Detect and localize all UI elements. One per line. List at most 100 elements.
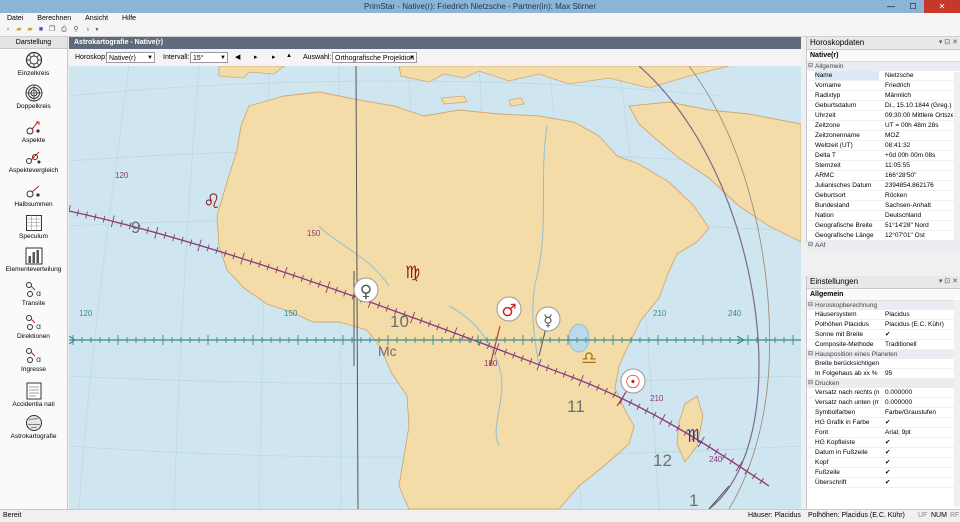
settings-row[interactable]: Font Arial; 9pt	[807, 428, 960, 438]
table-row[interactable]: Sternzeit 11:05:55	[807, 161, 960, 171]
open-recent-icon[interactable]: ▰	[26, 26, 34, 34]
section-allgemein[interactable]: Allgemein	[807, 62, 960, 71]
nav-up-button[interactable]: ▲	[286, 53, 292, 59]
virgo-icon: ♍	[405, 263, 420, 283]
new-file-icon[interactable]: ▫	[4, 26, 12, 34]
save-icon[interactable]: ■	[37, 26, 45, 34]
row-key: Häusersystem	[815, 311, 857, 318]
settings-row[interactable]: Häusersystem Placidus	[807, 310, 960, 320]
menu-hilfe[interactable]: Hilfe	[115, 13, 141, 22]
chevron-down-icon: ▼	[147, 55, 153, 61]
einstellungen-scrollbar[interactable]	[954, 300, 960, 507]
settings-row[interactable]: Symbolfarben Farbe/Graustufen	[807, 408, 960, 418]
settings-row[interactable]: Überschrift ✔	[807, 478, 960, 488]
table-row[interactable]: Julianisches Datum 2394854.862176	[807, 181, 960, 191]
sidebar-item-ingresse[interactable]: ɑ Ingresse	[0, 347, 67, 373]
row-value: +0d 00h 00m 08s	[885, 152, 936, 159]
minimize-button[interactable]: —	[880, 0, 902, 13]
sidebar-item-doppelkreis[interactable]: Doppelkreis	[0, 84, 67, 110]
sidebar-item-halbsummen[interactable]: Halbsummen	[0, 182, 67, 208]
table-row[interactable]: Geburtsdatum Di., 15.10.1844 (Greg.)	[807, 101, 960, 111]
intervall-select[interactable]: 15° ▼	[190, 52, 228, 63]
settings-row[interactable]: Polhöhen Placidus Placidus (E.C. Kühr)	[807, 320, 960, 330]
sidebar-item-elementeverteilung[interactable]: Elementeverteilung	[0, 247, 67, 273]
close-icon[interactable]: ✕	[952, 39, 958, 46]
row-value: ✔	[885, 459, 891, 466]
table-row[interactable]: Vorname Friedrich	[807, 81, 960, 91]
settings-row[interactable]: Sonne mit Breite ✔	[807, 330, 960, 340]
sidebar-item-aspekte[interactable]: Aspekte	[0, 118, 67, 144]
row-value: ✔	[885, 439, 891, 446]
sidebar-item-transite[interactable]: ɑ Transite	[0, 281, 67, 307]
settings-row[interactable]: Versatz nach unten (mm) 0.000000	[807, 398, 960, 408]
auswahl-select[interactable]: Orthografische Projektion ▼	[332, 52, 417, 63]
table-row[interactable]: Delta T +0d 00h 00m 08s	[807, 151, 960, 161]
table-row[interactable]: Uhrzeit 09:30:00 Mittlere Ortszeit	[807, 111, 960, 121]
pin-icon[interactable]: ▾ ⊡	[939, 39, 950, 46]
map-canvas[interactable]: 120 150 120 150 180 210 240 210 240 9 10…	[69, 66, 801, 509]
table-row[interactable]: Geografische Länge 12°07'01" Ost	[807, 231, 960, 241]
chevron-down-icon[interactable]: ▼	[93, 26, 101, 34]
sidebar-item-label: Speculum	[19, 233, 48, 240]
settings-section[interactable]: Hausposition eines Planeten	[807, 350, 960, 359]
print-icon[interactable]: ⎙	[60, 26, 68, 34]
row-value: Sachsen-Anhalt	[885, 202, 931, 209]
menu-ansicht[interactable]: Ansicht	[78, 13, 113, 22]
pin-icon[interactable]: ⚲	[72, 26, 80, 34]
einstellungen-title: Einstellungen	[810, 277, 859, 286]
table-row[interactable]: ARMC 166°28'50"	[807, 171, 960, 181]
nav-next-button[interactable]: ▸	[272, 53, 276, 61]
settings-row[interactable]: Breite berücksichtigen	[807, 359, 960, 369]
table-row[interactable]: Zeitzone UT = 00h 48m 28s	[807, 121, 960, 131]
nav-first-button[interactable]: ◀	[235, 53, 240, 61]
horoskop-select[interactable]: Native(r) ▼	[106, 52, 155, 63]
table-row[interactable]: Geburtsort Röcken	[807, 191, 960, 201]
table-row[interactable]: Name Nietzsche	[807, 71, 960, 81]
settings-row[interactable]: Composite-Methode Traditionell	[807, 340, 960, 350]
house-number: 11	[567, 397, 585, 416]
settings-section[interactable]: Horoskopberechnung	[807, 301, 960, 310]
settings-row[interactable]: HG Kopfleiste ✔	[807, 438, 960, 448]
sidebar-item-einzelkreis[interactable]: Einzelkreis	[0, 51, 67, 77]
pin-icon[interactable]: ▾ ⊡	[939, 278, 950, 285]
close-icon[interactable]: ✕	[952, 278, 958, 285]
table-row[interactable]: Radixtyp Männlich	[807, 91, 960, 101]
table-row[interactable]: Weltzeit (UT) 08:41:32	[807, 141, 960, 151]
settings-row[interactable]: Kopf ✔	[807, 458, 960, 468]
sidebar-item-label: Aspekte	[21, 137, 46, 144]
horoskop-label: Horoskop:	[75, 54, 107, 61]
einstellungen-table: HoroskopberechnungHäusersystem Placidus Po…	[807, 301, 960, 488]
table-row[interactable]: Geografische Breite 51°14'28" Nord	[807, 221, 960, 231]
equator-tick-label: 150	[284, 309, 298, 318]
close-button[interactable]: ✕	[924, 0, 960, 13]
astrocartography-map[interactable]: 120 150 120 150 180 210 240 210 240 9 10…	[69, 66, 801, 509]
row-key: Radixtyp	[815, 92, 841, 99]
sidebar-item-accidentia[interactable]: Accidentia nati	[0, 382, 67, 408]
menu-berechnen[interactable]: Berechnen	[30, 13, 76, 22]
sidebar-item-astrokartografie[interactable]: Astrokartografie	[0, 414, 67, 440]
settings-row[interactable]: In Folgehaus ab xx % 95	[807, 369, 960, 379]
copy-icon[interactable]: ❐	[48, 26, 56, 34]
row-value: UT = 00h 48m 28s	[885, 122, 939, 129]
menu-datei[interactable]: Datei	[0, 13, 28, 22]
nav-prev-button[interactable]: ▸	[254, 53, 258, 61]
open-folder-icon[interactable]: ▰	[15, 26, 23, 34]
maximize-button[interactable]: ☐	[902, 0, 924, 13]
table-row[interactable]: Zeitzonenname MOZ	[807, 131, 960, 141]
section-footer[interactable]: AAf	[807, 241, 960, 250]
astro-symbol-icon[interactable]: ♁	[84, 26, 92, 34]
sidebar-item-speculum[interactable]: Speculum	[0, 214, 67, 240]
svg-text:ɑ: ɑ	[36, 322, 41, 331]
settings-section[interactable]: Drucken	[807, 379, 960, 388]
settings-row[interactable]: Datum in Fußzeile ✔	[807, 448, 960, 458]
settings-row[interactable]: HG Grafik in Farbe ✔	[807, 418, 960, 428]
table-row[interactable]: Bundesland Sachsen-Anhalt	[807, 201, 960, 211]
settings-row[interactable]: Versatz nach rechts (mm) 0.000000	[807, 388, 960, 398]
ecliptic-tick-label: 180	[484, 359, 498, 368]
settings-row[interactable]: Fußzeile ✔	[807, 468, 960, 478]
row-key: Datum in Fußzeile	[815, 449, 868, 456]
horoskopdaten-scrollbar[interactable]	[954, 72, 960, 240]
sidebar-item-direktionen[interactable]: ɑ Direktionen	[0, 314, 67, 340]
table-row[interactable]: Nation Deutschland	[807, 211, 960, 221]
sidebar-item-aspektevergleich[interactable]: Aspektevergleich	[0, 148, 67, 174]
